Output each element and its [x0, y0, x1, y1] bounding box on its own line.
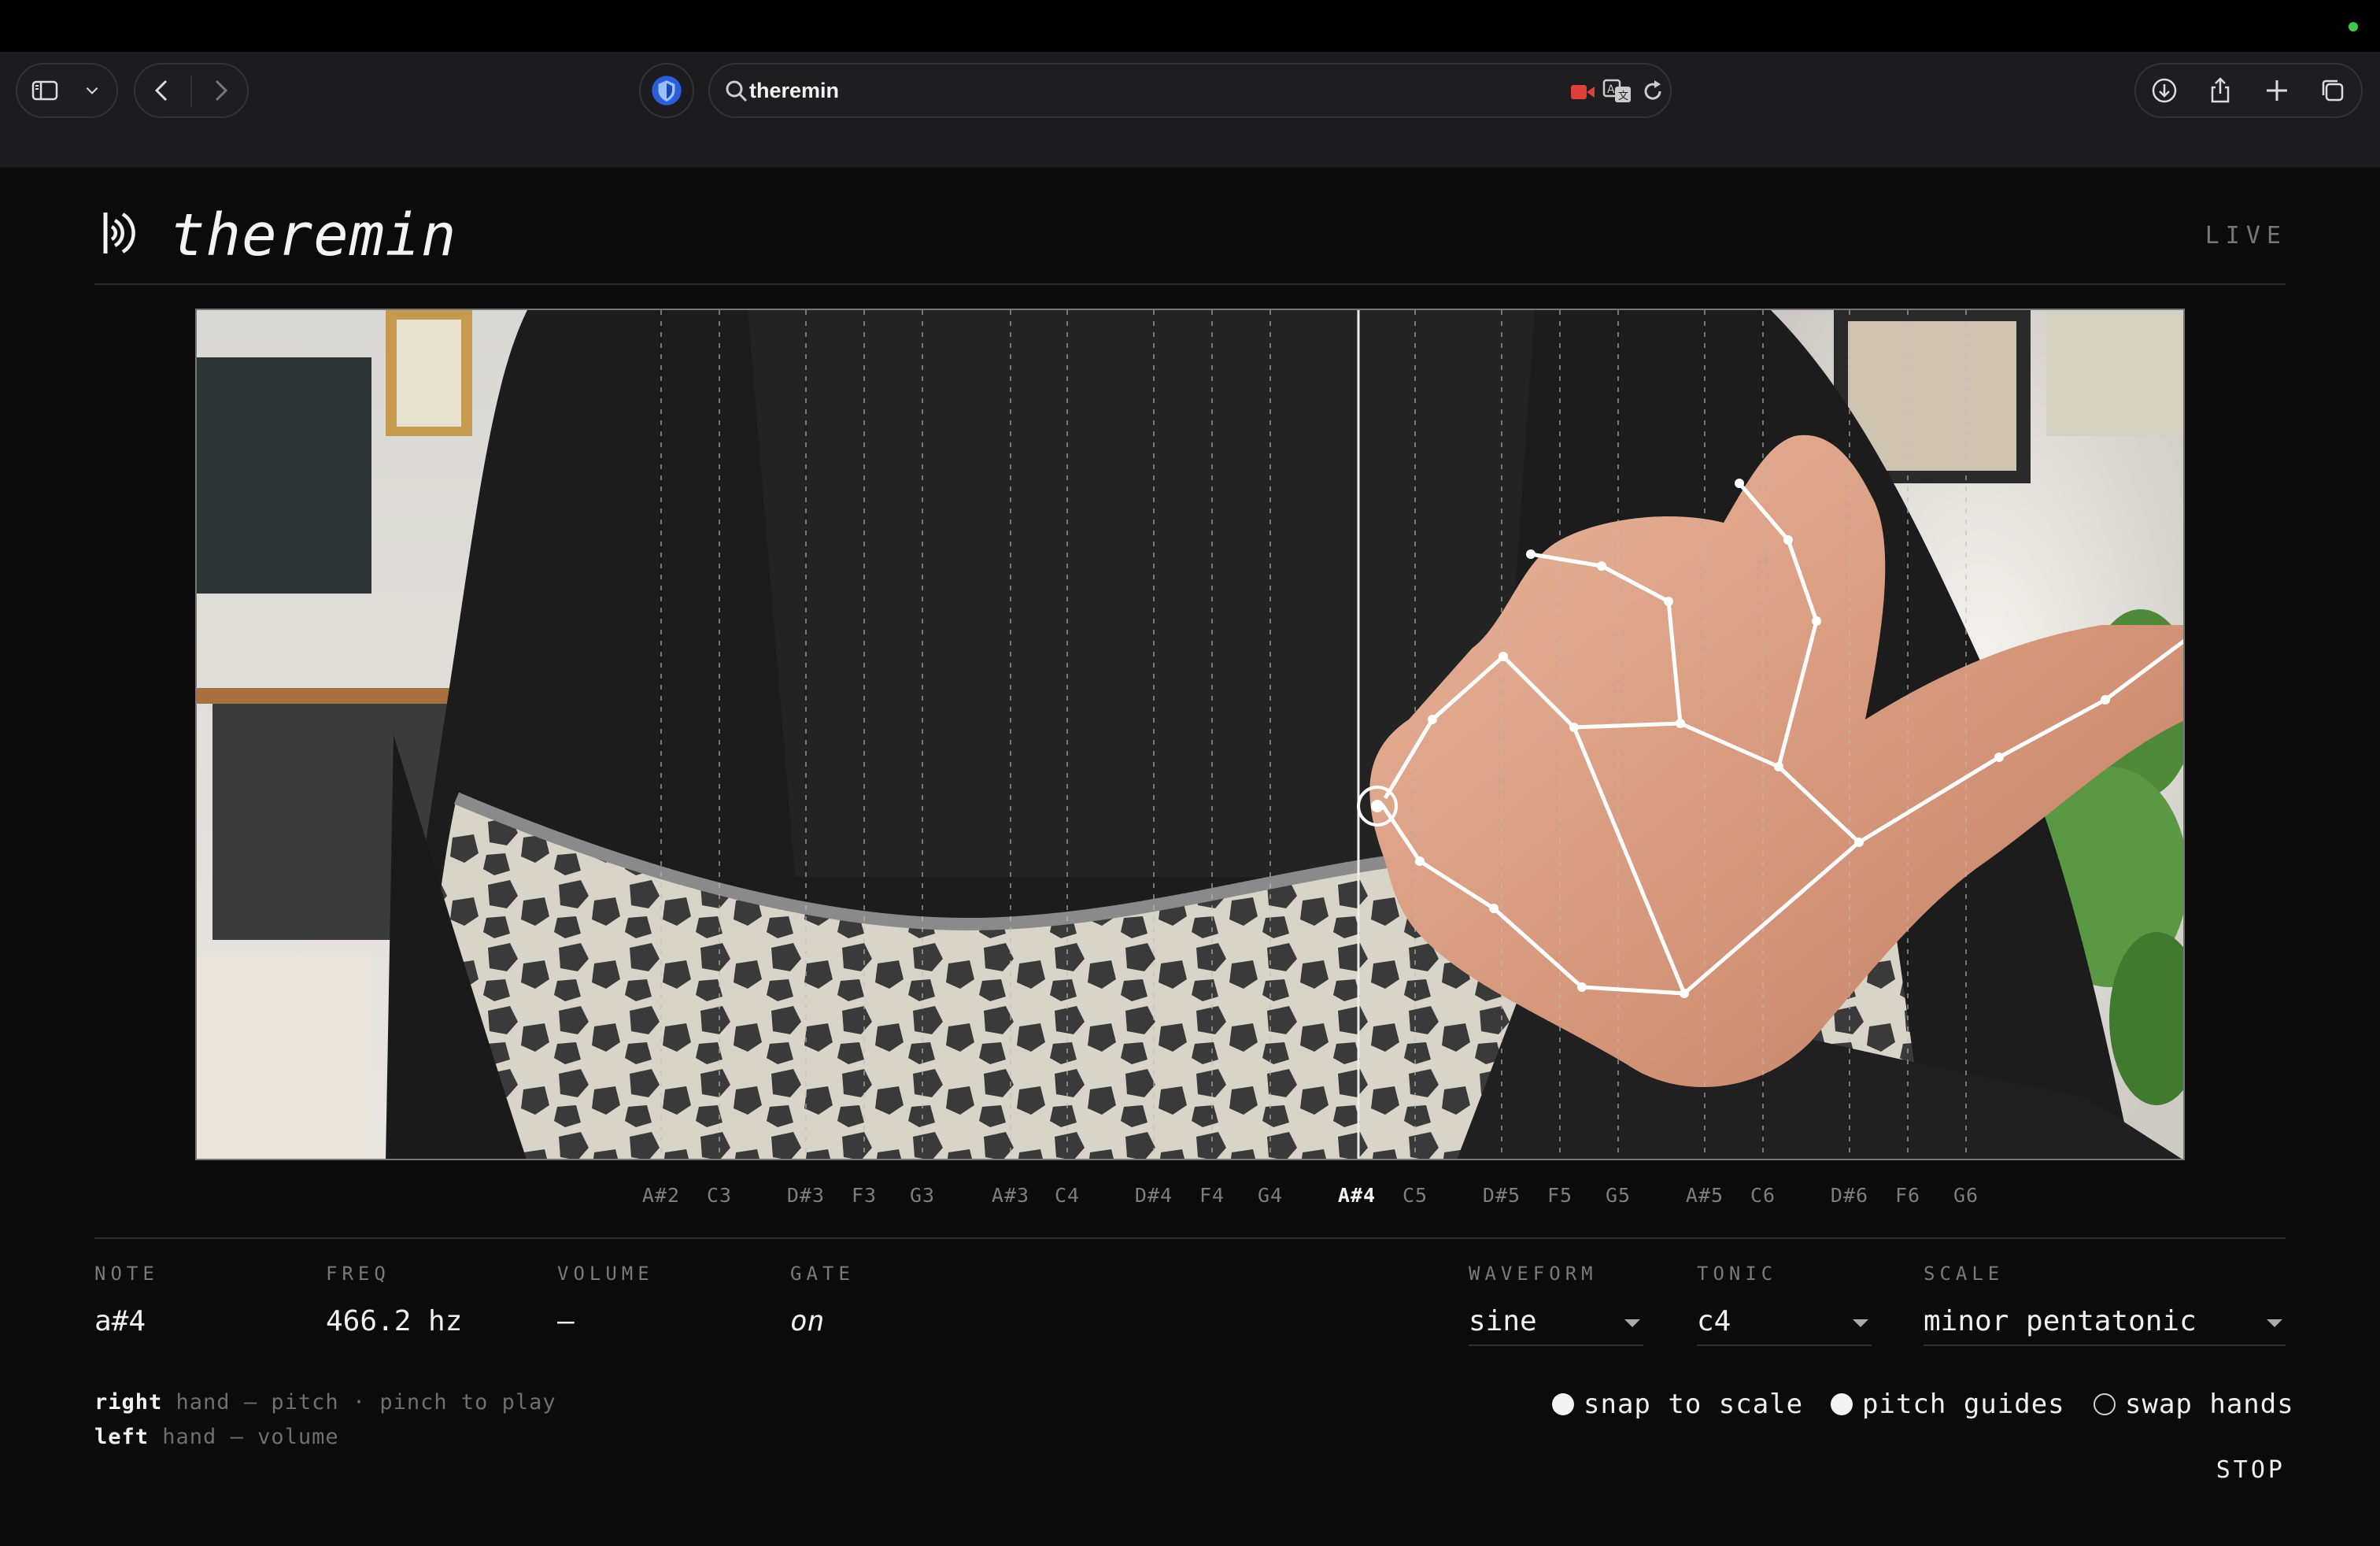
- back-icon: [154, 80, 168, 102]
- browser-toolbar: theremin A文: [0, 52, 2380, 199]
- search-icon: [726, 80, 748, 102]
- share-icon: [2212, 77, 2230, 103]
- pitch-label: C5: [1402, 1184, 1428, 1207]
- pitch-label: A#4: [1337, 1184, 1377, 1207]
- tab-group-menu-button[interactable]: [72, 65, 112, 117]
- right-hand-hint: right hand — pitch · pinch to play: [94, 1390, 556, 1415]
- pitch-label: F6: [1894, 1184, 1921, 1207]
- pitch-label: D#3: [786, 1184, 826, 1207]
- new-tab-button[interactable]: [2249, 65, 2304, 117]
- pitch-label: G5: [1605, 1184, 1632, 1207]
- sidebar-icon: [31, 80, 58, 101]
- pitch-label: D#6: [1830, 1184, 1869, 1207]
- scale-value: minor pentatonic: [1924, 1305, 2197, 1337]
- freq-label: FREQ: [326, 1263, 390, 1285]
- new-tab-icon: [2266, 80, 2287, 101]
- left-hand-hint: left hand — volume: [94, 1425, 339, 1449]
- pitch-label: F4: [1199, 1184, 1225, 1207]
- back-button[interactable]: [135, 65, 190, 117]
- scale-label: SCALE: [1924, 1263, 2005, 1285]
- pitch-guides-toggle[interactable]: pitch guides: [1831, 1389, 2065, 1420]
- volume-label: VOLUME: [557, 1263, 654, 1285]
- toolbar-actions: [2134, 63, 2363, 118]
- left-hand-text: hand — volume: [149, 1425, 339, 1449]
- shield-icon: [652, 76, 682, 105]
- swap-hands-toggle[interactable]: swap hands: [2094, 1389, 2294, 1420]
- right-hand-text: hand — pitch · pinch to play: [162, 1390, 556, 1415]
- pitch-label: A#3: [991, 1184, 1030, 1207]
- privacy-shield-button[interactable]: [639, 63, 694, 118]
- snap-radio-icon: [1552, 1393, 1574, 1415]
- url-text[interactable]: theremin: [749, 79, 839, 103]
- guides-label: pitch guides: [1862, 1389, 2065, 1420]
- camera-in-use-indicator: [2349, 22, 2358, 31]
- header-divider: [94, 283, 2286, 285]
- controls-divider: [94, 1237, 2286, 1239]
- right-hand-key: right: [94, 1390, 163, 1415]
- app-title: theremin: [170, 202, 457, 269]
- note-value: a#4: [94, 1305, 146, 1337]
- caret-down-icon: [2267, 1319, 2282, 1327]
- theremin-app: theremin LIVE A#2 C3 D#3 F3 G3 A#3 C4 D#…: [0, 168, 2380, 1546]
- tabs-overview-icon: [2323, 80, 2344, 102]
- sidebar-toggle-group: [16, 63, 118, 118]
- tonic-label: TONIC: [1697, 1263, 1778, 1285]
- translate-icon[interactable]: A文: [1602, 77, 1634, 105]
- waveform-select[interactable]: sine: [1469, 1299, 1643, 1346]
- snap-to-scale-toggle[interactable]: snap to scale: [1552, 1389, 1803, 1420]
- caret-down-icon: [1853, 1319, 1868, 1327]
- svg-text:文: 文: [1618, 91, 1628, 102]
- forward-icon: [215, 80, 228, 102]
- swap-radio-icon: [2094, 1393, 2116, 1415]
- pitch-label: G6: [1953, 1184, 1979, 1207]
- note-label: NOTE: [94, 1263, 159, 1285]
- reload-icon[interactable]: [1640, 79, 1665, 104]
- gate-label: GATE: [790, 1263, 855, 1285]
- tab-overview-button[interactable]: [2305, 65, 2360, 117]
- address-bar[interactable]: theremin A文: [708, 63, 1672, 118]
- download-icon: [2152, 78, 2176, 103]
- scale-select[interactable]: minor pentatonic: [1924, 1299, 2286, 1346]
- pitch-label: C4: [1054, 1184, 1081, 1207]
- pitch-label: C3: [706, 1184, 733, 1207]
- pitch-guide-labels: A#2 C3 D#3 F3 G3 A#3 C4 D#4 F4 G4 A#4 C5 D#5 F5 G5 A#5 C…: [0, 1184, 2380, 1215]
- pitch-label: F5: [1547, 1184, 1573, 1207]
- sidebar-button[interactable]: [17, 65, 72, 117]
- chevron-down-icon: [86, 87, 98, 94]
- forward-button[interactable]: [192, 65, 247, 117]
- freq-value: 466.2 hz: [326, 1305, 463, 1337]
- stop-button[interactable]: STOP: [2216, 1456, 2286, 1484]
- pitch-label: D#4: [1134, 1184, 1173, 1207]
- pitch-label: G3: [909, 1184, 936, 1207]
- pitch-label: G4: [1257, 1184, 1284, 1207]
- pitch-label: D#5: [1482, 1184, 1521, 1207]
- guides-radio-icon: [1831, 1393, 1853, 1415]
- waveform-label: WAVEFORM: [1469, 1263, 1598, 1285]
- left-hand-key: left: [94, 1425, 150, 1449]
- live-status: LIVE: [2204, 222, 2287, 250]
- snap-label: snap to scale: [1584, 1389, 1804, 1420]
- svg-text:A: A: [1607, 83, 1615, 96]
- pitch-label: C6: [1750, 1184, 1776, 1207]
- system-menubar: [0, 0, 2380, 52]
- pitch-label: F3: [851, 1184, 878, 1207]
- sound-wave-logo-icon: [103, 213, 135, 253]
- tonic-value: c4: [1697, 1305, 1731, 1337]
- tonic-select[interactable]: c4: [1697, 1299, 1872, 1346]
- waveform-value: sine: [1469, 1305, 1537, 1337]
- swap-label: swap hands: [2125, 1389, 2294, 1420]
- share-button[interactable]: [2193, 65, 2248, 117]
- camera-recording-icon[interactable]: [1571, 83, 1595, 101]
- pitch-label: A#5: [1685, 1184, 1724, 1207]
- gate-value: on: [790, 1305, 825, 1337]
- downloads-button[interactable]: [2137, 65, 2192, 117]
- navigation-group: [134, 63, 249, 118]
- caret-down-icon: [1624, 1319, 1640, 1327]
- pitch-label: A#2: [641, 1184, 681, 1207]
- camera-feed: [195, 309, 2185, 1160]
- volume-value: —: [557, 1305, 575, 1337]
